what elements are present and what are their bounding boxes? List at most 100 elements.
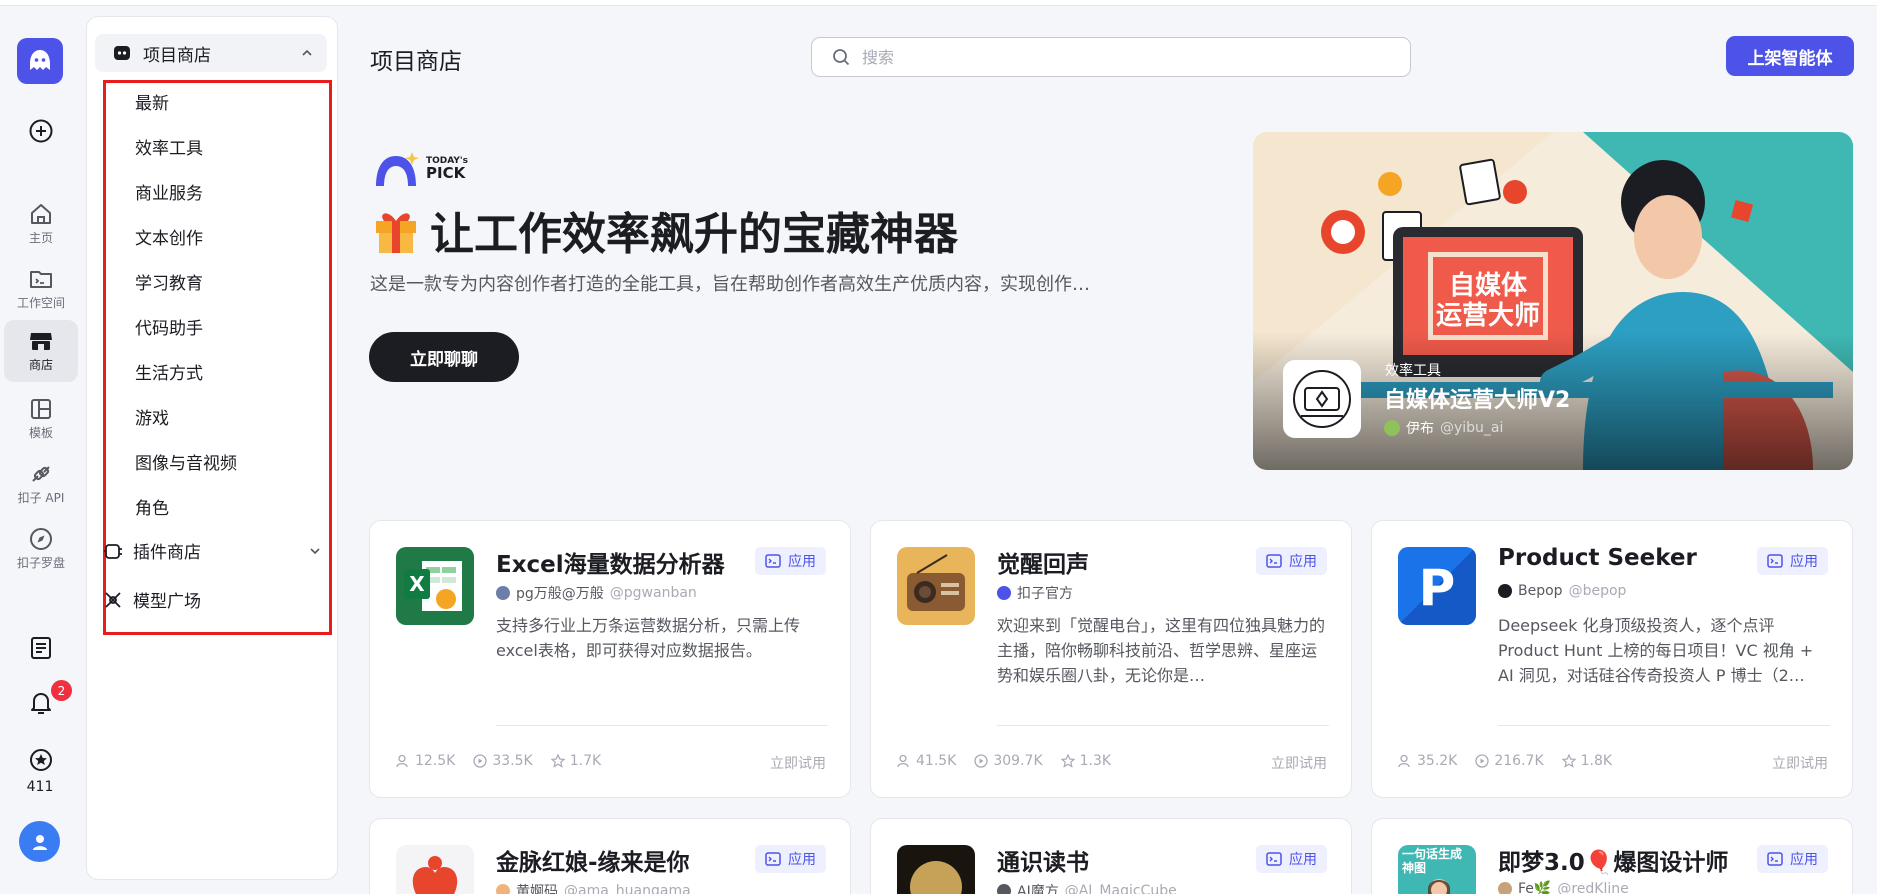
agent-card[interactable]: 一句话生成神图 即梦3.0🎈爆图设计师 应用 Fe🌿 @redKline (1371, 818, 1853, 894)
runs-count: 216.7K (1494, 753, 1544, 769)
rail-label-template: 模板 (28, 426, 53, 440)
app-tag: 应用 (1757, 547, 1828, 575)
card-author: 扣子官方 (997, 583, 1073, 603)
stars-count: 1.3K (1079, 753, 1112, 769)
card-stats: 35.2K 216.7K 1.8K (1398, 753, 1630, 769)
app-tag-label: 应用 (1790, 852, 1818, 868)
app-tag-icon (1767, 554, 1783, 568)
rail-item-home[interactable]: 主页 (4, 196, 78, 252)
project-store-header[interactable]: 项目商店 (95, 34, 327, 72)
play-icon (473, 754, 488, 768)
users-count: 12.5K (415, 753, 456, 769)
rail-label-workspace: 工作空间 (16, 296, 65, 310)
card-description: 欢迎来到「觉醒电台」，这里有四位独具魅力的主播，陪你畅聊科技前沿、哲学思辨、星座… (997, 616, 1326, 685)
hero-title-text: 让工作效率飙升的宝藏神器 (430, 209, 958, 260)
gift-icon (376, 213, 416, 253)
card-description: Deepseek 化身顶级投资人，逐个点评 Product Hunt 上榜的每日… (1498, 616, 1814, 685)
category-code[interactable]: 代码助手 (135, 314, 203, 339)
app-tag-label: 应用 (1790, 554, 1818, 570)
template-icon (31, 399, 51, 419)
search-input[interactable] (862, 47, 1382, 67)
category-writing[interactable]: 文本创作 (135, 224, 203, 249)
category-business[interactable]: 商业服务 (135, 179, 203, 204)
model-icon (105, 591, 121, 608)
user-avatar[interactable] (19, 821, 60, 862)
matchmaker-thumb (396, 845, 474, 894)
stars-count: 1.7K (569, 753, 602, 769)
card-divider (997, 725, 1329, 726)
try-now-link[interactable]: 立即试用 (1772, 753, 1828, 773)
card-title: 即梦3.0🎈爆图设计师 (1498, 850, 1729, 876)
app-tag-icon (1767, 852, 1783, 866)
home-icon (31, 204, 51, 224)
users-count: 35.2K (1417, 753, 1458, 769)
card-title: Excel海量数据分析器 (496, 552, 725, 578)
search-icon (833, 49, 850, 66)
app-tag-label: 应用 (1289, 554, 1317, 570)
publish-agent-button[interactable]: 上架智能体 (1726, 36, 1854, 76)
runs-stat: 309.7K (974, 753, 1043, 769)
star-icon (1561, 754, 1576, 768)
agent-card[interactable]: 通识读书 应用 AI魔方 @AI_MagicCube (870, 818, 1352, 894)
category-lifestyle[interactable]: 生活方式 (135, 359, 203, 384)
docs-icon[interactable] (4, 636, 78, 660)
author-name: 扣子官方 (1017, 586, 1073, 602)
category-latest[interactable]: 最新 (135, 89, 169, 114)
search-box[interactable] (811, 37, 1411, 77)
card-author: Fe🌿 @redKline (1498, 881, 1629, 894)
app-tag-icon (765, 554, 781, 568)
rail-item-compass[interactable]: 扣子罗盘 (4, 521, 78, 577)
rail-label-home: 主页 (28, 231, 53, 245)
category-roles[interactable]: 角色 (135, 494, 169, 519)
model-square-label: 模型广场 (133, 592, 201, 612)
users-stat: 12.5K (396, 753, 455, 769)
author-name: AI魔方 (1017, 884, 1059, 894)
model-square-item[interactable]: 模型广场 (103, 587, 201, 612)
users-stat: 35.2K (1398, 753, 1457, 769)
users-count: 41.5K (916, 753, 957, 769)
agent-card[interactable]: P Product Seeker 应用 Bepop @bepop Deepseek… (1371, 520, 1853, 798)
card-author: 黄婀码 @ama_huangama (496, 881, 691, 894)
rail-item-template[interactable]: 模板 (4, 391, 78, 447)
rail-item-workspace[interactable]: 工作空间 (4, 261, 78, 317)
users-icon (396, 754, 408, 768)
featured-banner[interactable]: 自媒体 运营大师 效率工具 自媒体运营大师V2 伊布 @yibu_ai (1253, 132, 1853, 470)
create-icon[interactable] (4, 118, 78, 144)
agent-card[interactable]: 金脉红娘-缘来是你 应用 黄婀码 @ama_huangama (369, 818, 851, 894)
chevron-down-icon (310, 547, 320, 554)
dream-design-thumb: 一句话生成神图 (1398, 845, 1476, 894)
window-top-bar (0, 0, 1877, 6)
banner-author-handle: @yibu_ai (1440, 420, 1504, 436)
category-education[interactable]: 学习教育 (135, 269, 203, 294)
users-stat: 41.5K (897, 753, 956, 769)
category-productivity[interactable]: 效率工具 (135, 134, 203, 159)
compass-icon (30, 528, 52, 550)
agent-card[interactable]: X Excel海量数据分析器 应用 pg万般@万般 @pgwanban 支持多行业… (369, 520, 851, 798)
stars-stat: 1.7K (550, 753, 602, 769)
stars-count: 1.8K (1580, 753, 1613, 769)
app-tag: 应用 (755, 547, 826, 575)
author-avatar (997, 586, 1011, 600)
stars-stat: 1.8K (1561, 753, 1613, 769)
points-icon[interactable] (4, 748, 78, 772)
app-tag-icon (1266, 852, 1282, 866)
rail-item-store[interactable]: 商店 (4, 320, 78, 382)
category-games[interactable]: 游戏 (135, 404, 169, 429)
card-title: 金脉红娘-缘来是你 (496, 850, 690, 876)
try-now-link[interactable]: 立即试用 (770, 753, 826, 773)
try-now-link[interactable]: 立即试用 (1271, 753, 1327, 773)
author-name: 黄婀码 (516, 884, 558, 894)
play-icon (1475, 754, 1490, 768)
pick-line2: PICK (426, 164, 466, 182)
plugin-store-item[interactable]: 插件商店 (103, 538, 333, 563)
runs-count: 309.7K (993, 753, 1043, 769)
category-media[interactable]: 图像与音视频 (135, 449, 237, 474)
star-icon (1060, 754, 1075, 768)
coze-logo-icon[interactable] (17, 38, 63, 84)
agent-card[interactable]: 觉醒回声 应用 扣子官方 欢迎来到「觉醒电台」，这里有四位独具魅力的主播，陪你畅… (870, 520, 1352, 798)
chat-now-button[interactable]: 立即聊聊 (369, 332, 519, 382)
rail-item-api[interactable]: 扣子 API (4, 456, 78, 512)
banner-category: 效率工具 (1385, 363, 1441, 379)
author-avatar (1498, 882, 1512, 894)
play-icon (974, 754, 989, 768)
